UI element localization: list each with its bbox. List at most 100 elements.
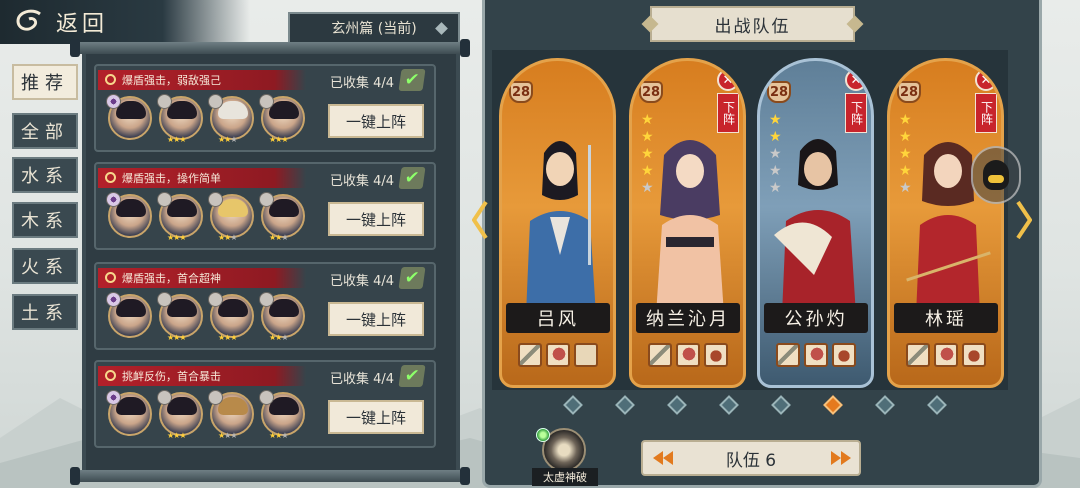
tab-water[interactable]: 水系 (12, 157, 78, 193)
page-dot[interactable] (563, 395, 583, 415)
page-dot[interactable] (667, 395, 687, 415)
star-rating: ★★★ (269, 135, 288, 144)
star-rating: ★★★ (269, 431, 289, 440)
hero-portrait[interactable]: ★★★ (208, 94, 254, 144)
equipment-slot[interactable] (676, 343, 700, 367)
equipment-slot[interactable] (934, 343, 958, 367)
tab-label: 火系 (21, 257, 69, 278)
hero-portrait[interactable]: ★★★ (157, 192, 203, 242)
page-dot[interactable] (771, 395, 791, 415)
one-click-deploy-button[interactable]: 一键上阵 (328, 400, 424, 434)
close-icon[interactable]: ✕ (975, 69, 997, 91)
tab-label: 水系 (21, 166, 69, 187)
card-ribbon: 爆盾强击，首合超神 (98, 268, 306, 288)
team-prev-icon[interactable] (653, 451, 675, 465)
team-next-icon[interactable] (829, 451, 851, 465)
one-click-deploy-button[interactable]: 一键上阵 (328, 104, 424, 138)
tab-wood[interactable]: 木系 (12, 202, 78, 238)
back-button[interactable]: 返回 (0, 0, 250, 44)
tab-fire[interactable]: 火系 (12, 248, 78, 284)
diamond-icon (435, 22, 448, 35)
tab-all[interactable]: 全部 (12, 113, 78, 149)
team-page-indicator (563, 395, 947, 415)
one-click-deploy-button[interactable]: 一键上阵 (328, 202, 424, 236)
magnifier-icon[interactable] (105, 172, 116, 183)
chevron-right-icon[interactable] (1016, 200, 1032, 240)
hero-portrait[interactable]: ★★★ (208, 390, 254, 440)
equipment-slot[interactable] (704, 343, 728, 367)
tab-recommended[interactable]: 推荐 (12, 64, 78, 100)
equipment-slot[interactable] (906, 343, 930, 367)
star-rating: ★★★ (218, 333, 237, 342)
hero-figure (774, 139, 856, 315)
equipment-slot[interactable] (832, 343, 856, 367)
page-dot[interactable] (823, 395, 843, 415)
chapter-selector[interactable]: 玄州篇 (当前) (288, 12, 460, 44)
element-icon (157, 94, 172, 109)
hero-figure (656, 140, 724, 315)
equipment-slot[interactable] (546, 343, 570, 367)
hero-portrait[interactable] (106, 94, 152, 140)
page-dot[interactable] (719, 395, 739, 415)
chat-button[interactable] (971, 146, 1021, 204)
hero-card[interactable]: 28 ★ ★ ★ ★ ★ ✕ 下阵 林瑶 (887, 58, 1004, 388)
hero-portrait[interactable]: ★★★ (208, 192, 254, 242)
page-dot[interactable] (875, 395, 895, 415)
equipment-slot[interactable] (804, 343, 828, 367)
close-icon[interactable]: ✕ (845, 69, 867, 91)
hero-portrait[interactable]: ★★★ (157, 292, 203, 342)
chevron-left-icon[interactable] (472, 200, 488, 240)
hero-name: 吕风 (506, 303, 610, 333)
equipment-row (648, 343, 728, 367)
tab-label: 全部 (21, 122, 69, 143)
element-icon (259, 94, 274, 109)
team-card: 爆盾强击，操作简单 已收集 4/4 ✔ ★★★ ★★★ ★★★ 一键上阵 (94, 162, 436, 250)
hero-portrait[interactable]: ★★★ (157, 94, 203, 144)
magnifier-icon[interactable] (105, 272, 116, 283)
hero-name: 公孙灼 (764, 303, 868, 333)
hero-portrait[interactable]: ★★★ (259, 192, 305, 242)
equipment-row (518, 343, 598, 367)
hero-portrait[interactable] (106, 292, 152, 338)
hero-card[interactable]: 28 ★ ★ ★ ★ ★ ✕ 下阵 纳兰沁月 (629, 58, 746, 388)
star-rating: ★★★ (167, 333, 186, 342)
equipment-slot[interactable] (648, 343, 672, 367)
hero-portrait[interactable]: ★★★ (259, 390, 305, 440)
tab-earth[interactable]: 土系 (12, 294, 78, 330)
card-ribbon: 爆盾强击，操作简单 (98, 168, 306, 188)
close-icon[interactable]: ✕ (717, 69, 739, 91)
hero-card[interactable]: 28 吕风 (499, 58, 616, 388)
check-icon: ✔ (398, 69, 426, 91)
equipment-slot[interactable] (518, 343, 542, 367)
tab-label: 土系 (21, 303, 69, 324)
star-rating: ★★★ (269, 233, 289, 242)
one-click-deploy-button[interactable]: 一键上阵 (328, 302, 424, 336)
hero-portrait[interactable] (106, 192, 152, 238)
collected-count: 已收集 4/4 (330, 76, 395, 91)
hero-name: 林瑶 (894, 303, 998, 333)
equipment-slot[interactable] (574, 343, 598, 367)
yin-yang-icon (106, 390, 121, 405)
equipment-slot[interactable] (962, 343, 986, 367)
hero-portrait[interactable] (106, 390, 152, 436)
tab-label: 木系 (21, 211, 69, 232)
magnifier-icon[interactable] (105, 370, 116, 381)
page-dot[interactable] (615, 395, 635, 415)
page-dot[interactable] (927, 395, 947, 415)
check-icon: ✔ (398, 167, 426, 189)
star-rating: ★★★ (218, 233, 238, 242)
star-rating: ★★★ (269, 333, 289, 342)
equipment-slot[interactable] (776, 343, 800, 367)
level-badge: 28 (639, 81, 663, 103)
hero-portrait[interactable]: ★★★ (259, 94, 305, 144)
hero-portrait[interactable]: ★★★ (157, 390, 203, 440)
magnifier-icon[interactable] (105, 74, 116, 85)
gem-icon (536, 428, 550, 442)
hero-portrait[interactable]: ★★★ (259, 292, 305, 342)
hero-card[interactable]: 28 ★ ★ ★ ★ ★ ✕ 下阵 公孙灼 (757, 58, 874, 388)
team-card: 爆盾强击，首合超神 已收集 4/4 ✔ ★★★ ★★★ ★★★ 一键上阵 (94, 262, 436, 350)
element-icon (208, 390, 223, 405)
team-skill[interactable]: 太虚神破 (532, 424, 598, 488)
hero-portrait[interactable]: ★★★ (208, 292, 254, 342)
element-icon (208, 94, 223, 109)
